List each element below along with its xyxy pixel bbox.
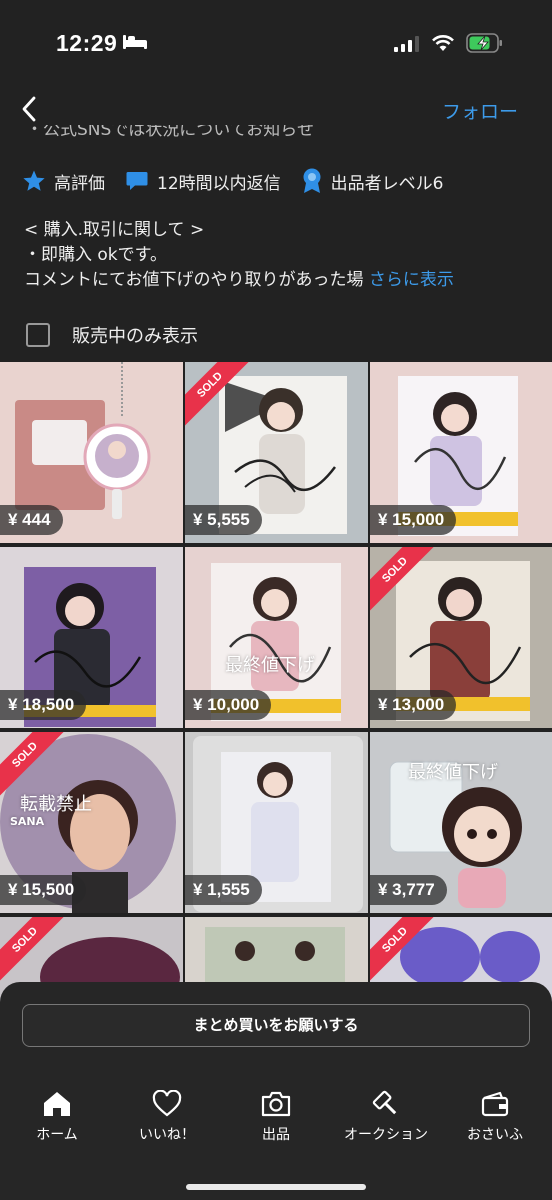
tab-home[interactable]: ホーム	[2, 1090, 112, 1144]
on-sale-checkbox[interactable]	[26, 323, 50, 347]
tab-sell[interactable]: 出品	[221, 1090, 331, 1144]
item-tile[interactable]: SOLD ¥ 13,000	[370, 547, 552, 728]
home-icon	[44, 1092, 70, 1116]
tab-likes[interactable]: いいね！	[112, 1090, 222, 1144]
cellular-signal-icon	[394, 36, 419, 52]
item-tile[interactable]: 最終値下げ ¥ 3,777	[370, 732, 552, 913]
show-more-link[interactable]: さらに表示	[369, 270, 454, 290]
bulk-purchase-button[interactable]: まとめ買いをお願いする	[22, 1004, 530, 1047]
home-indicator[interactable]	[186, 1184, 366, 1190]
seller-badges: 高評価 12時間以内返信 出品者レベル6	[22, 166, 463, 196]
item-overlay-text: 最終値下げ	[408, 762, 498, 783]
item-tile[interactable]: 最終値下げ ¥ 10,000	[185, 547, 368, 728]
gavel-icon	[372, 1090, 397, 1115]
profile-description-line: コメントにてお値下げのやり取りがあった場 さらに表示	[24, 270, 454, 290]
item-price: ¥ 15,500	[0, 875, 87, 905]
item-tile[interactable]: SOLD ¥ 5,555	[185, 362, 368, 543]
item-tile[interactable]: ¥ 1,555	[185, 732, 368, 913]
tab-bar: ホーム いいね！ 出品 オークション おさいふ	[0, 1090, 552, 1150]
item-price: ¥ 3,777	[370, 875, 447, 905]
item-price: ¥ 10,000	[185, 690, 272, 720]
medal-icon	[303, 168, 321, 193]
follow-button[interactable]: フォロー	[442, 97, 518, 124]
item-tile[interactable]: ¥ 15,000	[370, 362, 552, 543]
item-price: ¥ 18,500	[0, 690, 87, 720]
back-chevron-icon[interactable]	[16, 92, 44, 128]
item-price: ¥ 444	[0, 505, 63, 535]
item-price: ¥ 1,555	[185, 875, 262, 905]
camera-icon	[261, 1091, 291, 1117]
item-price: ¥ 5,555	[185, 505, 262, 535]
item-price: ¥ 13,000	[370, 690, 457, 720]
battery-charging-icon	[466, 33, 502, 53]
status-bar: 12:29	[0, 0, 552, 88]
item-overlay-text: 最終値下げ	[225, 655, 315, 676]
tab-wallet[interactable]: おさいふ	[440, 1090, 550, 1144]
item-tile[interactable]: ¥ 18,500	[0, 547, 183, 728]
profile-text-cut: ・公式SNSでは状況についてお知らせ	[26, 125, 314, 137]
badge-high-rating: 高評価	[22, 169, 105, 194]
wallet-icon	[481, 1091, 509, 1117]
chat-icon	[126, 172, 148, 190]
item-price: ¥ 15,000	[370, 505, 457, 535]
star-icon	[23, 170, 45, 191]
item-tile[interactable]: SOLD 転載禁止 SANA ¥ 15,500	[0, 732, 183, 913]
sleep-focus-icon	[123, 35, 147, 49]
status-time: 12:29	[56, 30, 118, 56]
tab-auction[interactable]: オークション	[330, 1090, 442, 1144]
on-sale-filter-label: 販売中のみ表示	[72, 326, 198, 347]
on-sale-filter[interactable]: 販売中のみ表示	[26, 322, 198, 348]
heart-icon	[152, 1090, 182, 1117]
item-overlay-text: 転載禁止	[20, 794, 92, 815]
badge-seller-level: 出品者レベル6	[301, 168, 443, 194]
item-tile[interactable]: ¥ 444	[0, 362, 183, 543]
profile-description: < 購入.取引に関して > ・即購入 okです。	[24, 220, 205, 265]
wifi-icon	[432, 35, 454, 51]
badge-reply-speed: 12時間以内返信	[125, 169, 281, 194]
item-overlay-name: SANA	[10, 815, 45, 828]
